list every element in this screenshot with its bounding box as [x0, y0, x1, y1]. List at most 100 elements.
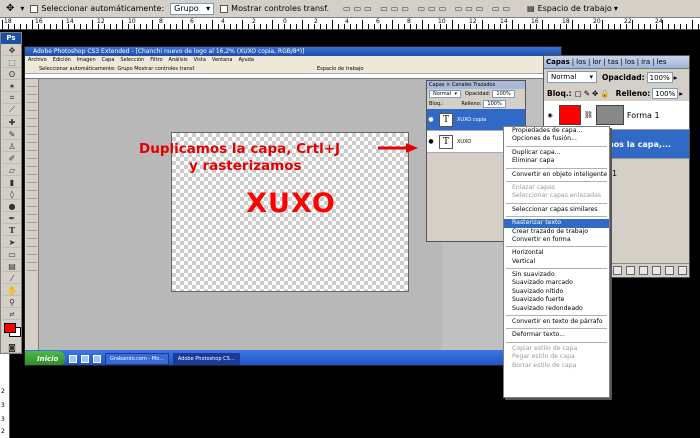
move-tool-icon[interactable]: ✥ [6, 3, 14, 14]
hand-tool-icon[interactable]: ✋ [3, 285, 21, 296]
context-menu-item[interactable]: Horizontal [504, 249, 609, 257]
context-menu-item[interactable]: Vertical [504, 258, 609, 266]
context-menu-item[interactable]: Suavizado fuerte [504, 296, 609, 304]
context-menu-item[interactable]: Suavizado redondeado [504, 305, 609, 313]
panel-tab[interactable]: los [625, 58, 635, 66]
inner-menu-item[interactable]: Archivo [28, 57, 47, 63]
context-menu-item[interactable]: Seleccionar capas similares [504, 206, 609, 214]
magic-wand-icon[interactable]: ✶ [3, 81, 21, 92]
chevron-right-icon[interactable]: ▸ [679, 89, 683, 98]
quicklaunch-icon[interactable] [69, 354, 77, 363]
ruler-tick [584, 24, 585, 29]
inner-menu-item[interactable]: Análisis [169, 57, 188, 63]
lasso-tool-icon[interactable]: ʘ [3, 69, 21, 80]
context-menu-item[interactable]: Duplicar capa... [504, 149, 609, 157]
pen-tool-icon[interactable]: ✒ [3, 213, 21, 224]
brush-tool-icon[interactable]: ✎ [3, 129, 21, 140]
inner-tool-icon [27, 137, 37, 143]
shape-tool-icon[interactable]: ▭ [3, 249, 21, 260]
inner-menu-item[interactable]: Capa [102, 57, 115, 63]
fg-bg-swap-icon[interactable]: ⇄ [3, 309, 21, 320]
context-menu-item[interactable]: Crear trazado de trabajo [504, 228, 609, 236]
trash-icon[interactable] [678, 266, 687, 275]
ruler-number: 16 [531, 18, 539, 25]
taskbar-task[interactable]: Grabando.com - Mo... [105, 352, 169, 365]
tool-preset-picker[interactable]: ▾ [20, 4, 24, 13]
inner-menu-item[interactable]: Filtro [150, 57, 162, 63]
taskbar-task[interactable]: Adobe Photoshop CS... [172, 352, 240, 365]
inner-menu-item[interactable]: Ayuda [238, 57, 253, 63]
ruler-tick [590, 24, 591, 29]
eye-icon[interactable]: ◉ [544, 112, 556, 119]
panel-tab[interactable]: los [576, 58, 586, 66]
align-buttons[interactable]: ▭▭▭ ▭▭▭ ▭▭▭ ▭▭▭ ▭▭ [343, 4, 513, 13]
new-layer-icon[interactable] [665, 266, 674, 275]
workspace-menu[interactable]: ▤ Espacio de trabajo ▾ [527, 4, 618, 13]
lock-icons[interactable]: ▢✎✥🔒 [575, 89, 612, 98]
context-menu-item[interactable]: Eliminar capa [504, 157, 609, 165]
ruler-tick [296, 24, 297, 29]
gradient-tool-icon[interactable]: ▮ [3, 177, 21, 188]
path-select-icon[interactable]: ➤ [3, 237, 21, 248]
auto-select-checkbox[interactable] [30, 4, 39, 13]
eye-icon[interactable]: ● [427, 116, 435, 123]
panel-tab[interactable]: les [657, 58, 667, 66]
notes-tool-icon[interactable]: ▤ [3, 261, 21, 272]
context-menu-item[interactable]: Deformar texto... [504, 331, 609, 339]
inner-workspace-label[interactable]: Espacio de trabajo [317, 66, 363, 72]
quick-mask-icon[interactable]: ◙ [3, 342, 21, 353]
slice-tool-icon[interactable]: ⟋ [3, 105, 21, 116]
context-menu-item[interactable]: Rasterizar texto [504, 219, 609, 228]
inner-menu-item[interactable]: Ventana [212, 57, 233, 63]
context-menu-item[interactable]: Opciones de fusión... [504, 135, 609, 143]
adjustment-layer-icon[interactable] [639, 266, 648, 275]
quicklaunch-icon[interactable] [81, 354, 89, 363]
context-menu-item[interactable]: Convertir en objeto inteligente [504, 171, 609, 179]
type-tool-icon[interactable]: T [3, 225, 21, 236]
inner-menu-item[interactable]: Selección [120, 57, 144, 63]
clone-stamp-icon[interactable]: ♙ [3, 141, 21, 152]
start-button[interactable]: Inicio [25, 351, 65, 365]
layer-style-icon[interactable] [613, 266, 622, 275]
context-menu-item[interactable]: Convertir en texto de párrafo [504, 318, 609, 326]
panel-tab[interactable]: lor [592, 58, 601, 66]
dodge-tool-icon[interactable]: ● [3, 201, 21, 212]
opacity-input[interactable]: 100% [646, 71, 673, 83]
inner-menu-item[interactable]: Imagen [77, 57, 96, 63]
inner-fill-input[interactable]: 100% [483, 100, 506, 108]
context-menu-item[interactable]: Suavizado nítido [504, 288, 609, 296]
inner-menu-item[interactable]: Edición [53, 57, 71, 63]
zoom-tool-icon[interactable]: ⚲ [3, 297, 21, 308]
context-menu-item[interactable]: Suavizado marcado [504, 279, 609, 287]
layer-mask-icon[interactable] [626, 266, 635, 275]
move-tool-icon[interactable]: ✥ [3, 45, 21, 56]
panel-tab[interactable]: tas [608, 58, 619, 66]
fill-input[interactable]: 100% [652, 87, 679, 99]
crop-tool-icon[interactable]: ⌗ [3, 93, 21, 104]
ruler-tick [518, 24, 519, 29]
inner-layers-tabs[interactable]: Capas × Canales Trazados [427, 81, 525, 89]
transform-controls-label: Mostrar controles transf. [231, 4, 330, 13]
inner-blend-dropdown[interactable]: Normal ▾ [429, 90, 461, 98]
context-menu-item[interactable]: Sin suavizado [504, 271, 609, 279]
inner-menu-item[interactable]: Vista [194, 57, 206, 63]
layer-mask-thumbnail [595, 105, 624, 125]
auto-select-dropdown[interactable]: Grupo ▾ [170, 2, 215, 15]
blend-mode-dropdown[interactable]: Normal ▾ [547, 71, 597, 83]
transform-controls-checkbox[interactable] [220, 4, 229, 13]
healing-brush-icon[interactable]: ✚ [3, 117, 21, 128]
marquee-tool-icon[interactable]: ⬚ [3, 57, 21, 68]
eye-icon[interactable]: ● [427, 138, 435, 145]
panel-tab[interactable]: ira [641, 58, 650, 66]
panel-tab[interactable]: Capas [546, 58, 570, 66]
foreground-color-swatch[interactable] [4, 323, 16, 333]
blur-tool-icon[interactable]: ◊ [3, 189, 21, 200]
history-brush-icon[interactable]: ✐ [3, 153, 21, 164]
inner-opacity-input[interactable]: 100% [492, 90, 515, 98]
new-group-icon[interactable] [652, 266, 661, 275]
eyedropper-icon[interactable]: ⁄ [3, 273, 21, 284]
eraser-tool-icon[interactable]: ▱ [3, 165, 21, 176]
chevron-right-icon[interactable]: ▸ [674, 73, 678, 82]
quicklaunch-icon[interactable] [93, 354, 101, 363]
context-menu-item[interactable]: Convertir en forma [504, 236, 609, 244]
